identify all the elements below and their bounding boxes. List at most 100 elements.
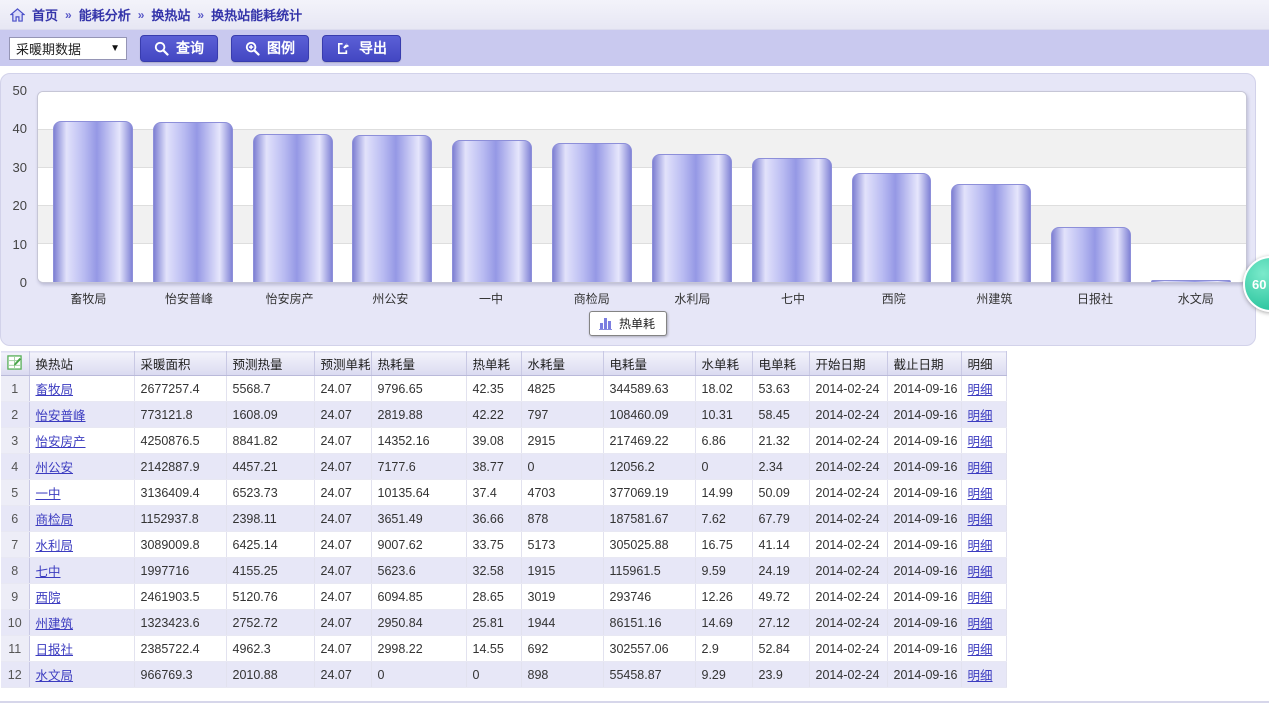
breadcrumb-separator: »	[65, 8, 72, 22]
station-link[interactable]: 州公安	[36, 461, 74, 475]
column-header[interactable]: 水耗量	[521, 352, 603, 376]
table-row[interactable]: 8七中19977164155.2524.075623.632.581915115…	[1, 558, 1006, 584]
x-axis-label: 怡安房产	[239, 290, 340, 307]
detail-link[interactable]: 明细	[968, 643, 993, 657]
bar[interactable]	[352, 135, 432, 282]
station-link[interactable]: 怡安普峰	[36, 409, 86, 423]
table-row[interactable]: 9西院2461903.55120.7624.076094.8528.653019…	[1, 584, 1006, 610]
query-button[interactable]: 查询	[140, 35, 218, 62]
bar[interactable]	[452, 140, 532, 282]
column-header[interactable]: 热耗量	[371, 352, 466, 376]
bar[interactable]	[53, 121, 133, 282]
detail-cell: 明细	[961, 610, 1006, 636]
data-cell: 28.65	[466, 584, 521, 610]
bar[interactable]	[253, 134, 333, 283]
export-button[interactable]: 导出	[322, 35, 401, 62]
table-row[interactable]: 3怡安房产4250876.58841.8224.0714352.1639.082…	[1, 428, 1006, 454]
table-row[interactable]: 1畜牧局2677257.45568.724.079796.6542.354825…	[1, 376, 1006, 402]
data-cell: 2014-02-24	[809, 376, 887, 402]
station-link[interactable]: 日报社	[36, 643, 74, 657]
column-header[interactable]: 预测单耗	[314, 352, 371, 376]
column-header[interactable]: 热单耗	[466, 352, 521, 376]
y-tick-label: 0	[20, 275, 27, 290]
bar[interactable]	[852, 173, 932, 282]
grid-edit-icon[interactable]	[1, 352, 29, 376]
table-row[interactable]: 5一中3136409.46523.7324.0710135.6437.44703…	[1, 480, 1006, 506]
detail-link[interactable]: 明细	[968, 591, 993, 605]
detail-link[interactable]: 明细	[968, 565, 993, 579]
y-axis: 50403020100	[1, 91, 31, 283]
breadcrumb-home[interactable]: 首页	[32, 5, 58, 24]
station-cell: 一中	[29, 480, 134, 506]
detail-link[interactable]: 明细	[968, 513, 993, 527]
breadcrumb-item-station[interactable]: 换热站	[151, 5, 190, 24]
data-cell: 2398.11	[226, 506, 314, 532]
legend-button[interactable]: 图例	[231, 35, 309, 62]
breadcrumb: 首页 » 能耗分析 » 换热站 » 换热站能耗统计	[0, 0, 1269, 30]
data-cell: 0	[521, 454, 603, 480]
row-number: 1	[1, 376, 29, 402]
data-cell: 50.09	[752, 480, 809, 506]
x-axis-label: 水文局	[1145, 290, 1246, 307]
bar[interactable]	[752, 158, 832, 282]
column-header[interactable]: 截止日期	[887, 352, 961, 376]
footer-divider	[0, 701, 1269, 703]
table-row[interactable]: 2怡安普峰773121.81608.0924.072819.8842.22797…	[1, 402, 1006, 428]
column-header[interactable]: 水单耗	[695, 352, 752, 376]
data-cell: 187581.67	[603, 506, 695, 532]
detail-link[interactable]: 明细	[968, 461, 993, 475]
detail-link[interactable]: 明细	[968, 539, 993, 553]
bar[interactable]	[951, 184, 1031, 282]
data-cell: 305025.88	[603, 532, 695, 558]
column-header[interactable]: 预测热量	[226, 352, 314, 376]
column-header[interactable]: 采暖面积	[134, 352, 226, 376]
column-header[interactable]: 开始日期	[809, 352, 887, 376]
breadcrumb-item-energy-analysis[interactable]: 能耗分析	[79, 5, 131, 24]
detail-link[interactable]: 明细	[968, 435, 993, 449]
table-row[interactable]: 12水文局966769.32010.8824.070089855458.879.…	[1, 662, 1006, 688]
data-cell: 5173	[521, 532, 603, 558]
x-axis-label: 州建筑	[944, 290, 1045, 307]
column-header[interactable]: 电单耗	[752, 352, 809, 376]
station-link[interactable]: 商检局	[36, 513, 74, 527]
data-cell: 32.58	[466, 558, 521, 584]
detail-link[interactable]: 明细	[968, 409, 993, 423]
bar[interactable]	[552, 143, 632, 282]
column-header[interactable]: 换热站	[29, 352, 134, 376]
table-row[interactable]: 6商检局1152937.82398.1124.073651.4936.66878…	[1, 506, 1006, 532]
table-row[interactable]: 10州建筑1323423.62752.7224.072950.8425.8119…	[1, 610, 1006, 636]
station-link[interactable]: 七中	[36, 565, 61, 579]
station-cell: 商检局	[29, 506, 134, 532]
station-link[interactable]: 水利局	[36, 539, 74, 553]
station-link[interactable]: 畜牧局	[36, 383, 74, 397]
bar-slot	[842, 92, 942, 282]
detail-link[interactable]: 明细	[968, 487, 993, 501]
bar[interactable]	[1151, 280, 1231, 282]
x-axis-labels: 畜牧局怡安普峰怡安房产州公安一中商检局水利局七中西院州建筑日报社水文局	[38, 290, 1246, 307]
x-axis-label: 畜牧局	[38, 290, 139, 307]
station-link[interactable]: 州建筑	[36, 617, 74, 631]
station-link[interactable]: 西院	[36, 591, 61, 605]
row-number: 9	[1, 584, 29, 610]
station-link[interactable]: 怡安房产	[36, 435, 86, 449]
station-link[interactable]: 一中	[36, 487, 61, 501]
table-row[interactable]: 4州公安2142887.94457.2124.077177.638.770120…	[1, 454, 1006, 480]
chart-legend[interactable]: 热单耗	[589, 311, 667, 336]
table-row[interactable]: 11日报社2385722.44962.324.072998.2214.55692…	[1, 636, 1006, 662]
bar-slot	[342, 92, 442, 282]
detail-link[interactable]: 明细	[968, 669, 993, 683]
detail-link[interactable]: 明细	[968, 617, 993, 631]
period-select[interactable]: 采暖期数据 ▼	[9, 37, 127, 60]
column-header[interactable]: 明细	[961, 352, 1006, 376]
home-icon[interactable]	[10, 8, 25, 22]
x-axis-label: 西院	[843, 290, 944, 307]
bar[interactable]	[153, 122, 233, 282]
detail-link[interactable]: 明细	[968, 383, 993, 397]
data-cell: 797	[521, 402, 603, 428]
table-row[interactable]: 7水利局3089009.86425.1424.079007.6233.75517…	[1, 532, 1006, 558]
bar[interactable]	[1051, 227, 1131, 282]
column-header[interactable]: 电耗量	[603, 352, 695, 376]
station-link[interactable]: 水文局	[36, 669, 74, 683]
bar[interactable]	[652, 154, 732, 282]
row-number: 12	[1, 662, 29, 688]
